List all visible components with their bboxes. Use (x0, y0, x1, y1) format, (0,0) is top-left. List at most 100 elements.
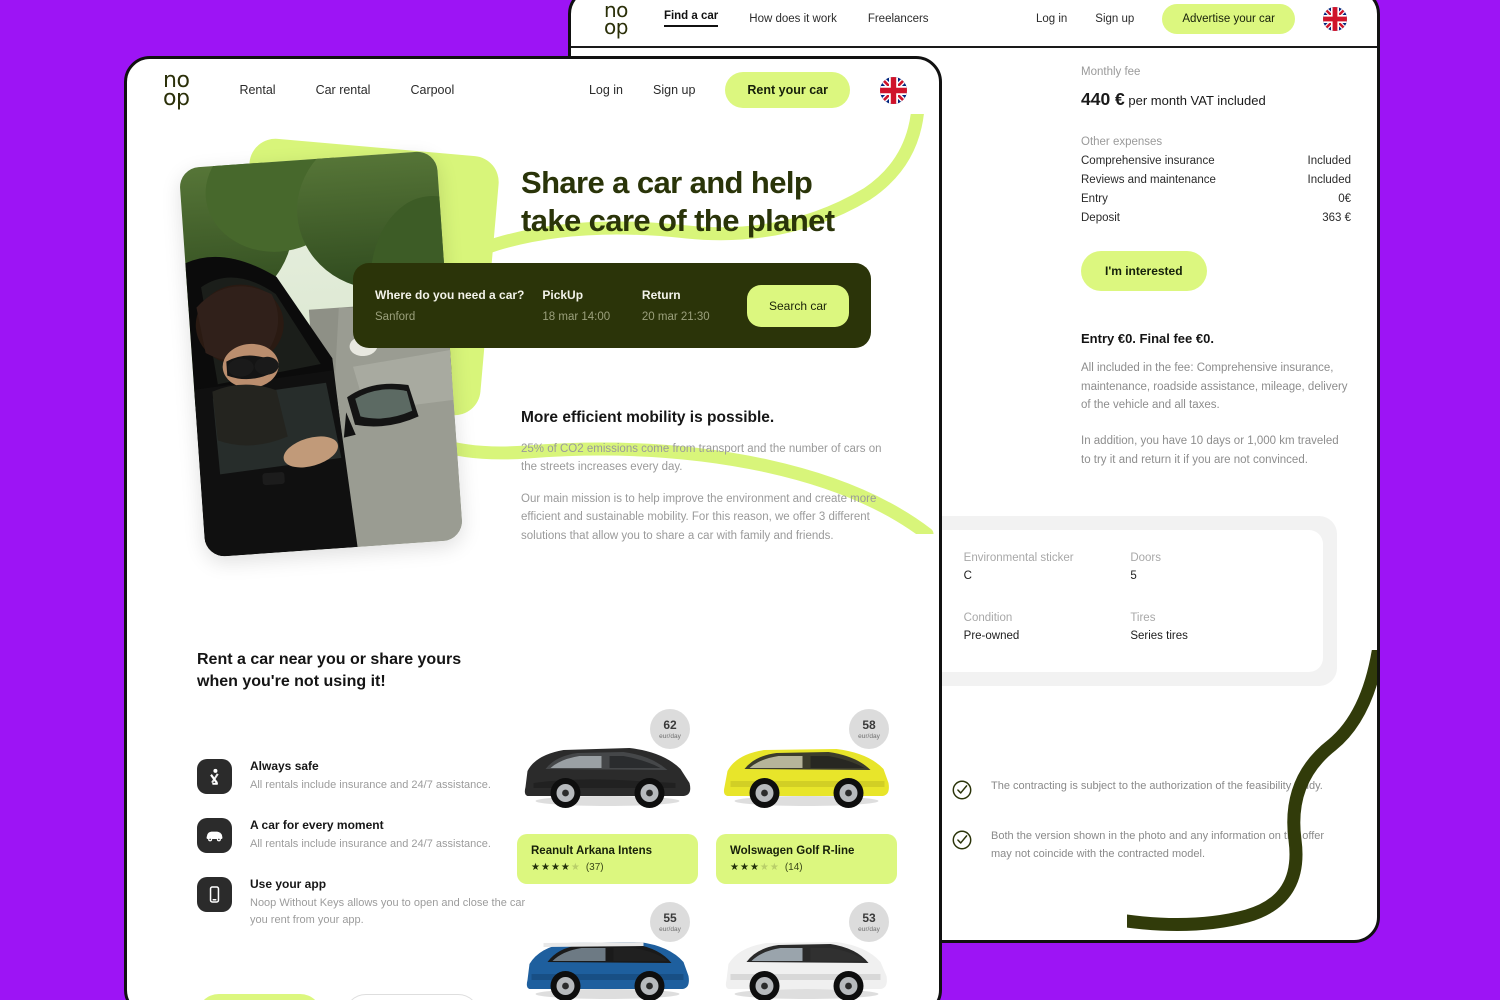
nav-carpool[interactable]: Carpool (410, 83, 454, 97)
spec-item: Tires Series tires (1130, 612, 1297, 650)
star-icon: ★ (570, 861, 580, 873)
expense-value: 0€ (1338, 193, 1351, 205)
car-icon (197, 818, 232, 853)
check-circle-icon (951, 779, 973, 806)
noop-logo[interactable]: no op (604, 0, 628, 39)
expense-value: 363 € (1322, 212, 1351, 224)
fee-note-body: All included in the fee: Comprehensive i… (1081, 359, 1351, 469)
price-badge-value: 55 (663, 910, 677, 925)
legal-notes: The contracting is subject to the author… (951, 778, 1341, 885)
nav-find-a-car[interactable]: Find a car (663, 10, 719, 27)
car-card[interactable]: 53 eur/day A (716, 902, 897, 1000)
front-nav-links: Rental Car rental Carpool (239, 83, 454, 97)
location-field[interactable]: Where do you need a car? Sanford (375, 288, 524, 323)
car-card-label: Reanult Arkana Intens ★ ★ ★ ★ ★ (37) (517, 834, 698, 884)
legal-note-text: Both the version shown in the photo and … (991, 830, 1325, 860)
return-field[interactable]: Return 20 mar 21:30 (642, 288, 729, 323)
logo-line-2: op (163, 86, 190, 111)
share-your-car-button[interactable]: Share your car (343, 994, 481, 1000)
expense-value: Included (1307, 155, 1351, 167)
feature-title: A car for every moment (250, 818, 384, 832)
signup-link[interactable]: Sign up (653, 83, 695, 97)
spec-value: Pre-owned (963, 630, 1020, 642)
find-a-car-button[interactable]: Find a car (197, 994, 322, 1000)
advertise-your-car-button[interactable]: Advertise your car (1162, 3, 1295, 34)
car-rating: ★ ★ ★ ★ ★ (14) (730, 862, 883, 873)
feature-text: Use your app Noop Without Keys allows yo… (250, 877, 542, 928)
front-nav-actions: Log in Sign up Rent your car (589, 72, 907, 108)
uk-flag-icon[interactable] (880, 76, 907, 104)
price-suffix: per month VAT included (1124, 93, 1266, 108)
mobility-heading: More efficient mobility is possible. (521, 409, 775, 426)
login-link[interactable]: Log in (1036, 13, 1067, 25)
feature-list: Always safe All rentals include insuranc… (197, 759, 542, 952)
expense-key: Entry (1081, 193, 1108, 205)
expense-row: Comprehensive insurance Included (1081, 155, 1351, 167)
price-badge-value: 53 (862, 910, 876, 925)
spec-value: C (963, 570, 972, 582)
review-count: (14) (784, 862, 803, 873)
expense-row: Entry 0€ (1081, 193, 1351, 205)
fee-paragraph-2: In addition, you have 10 days or 1,000 k… (1081, 434, 1339, 466)
star-icon: ★ (730, 861, 739, 873)
logo-line-2: op (604, 14, 628, 39)
return-label: Return (641, 288, 681, 302)
price-badge: 62 eur/day (650, 709, 690, 749)
price-badge-unit: eur/day (659, 732, 681, 740)
price-badge: 58 eur/day (849, 709, 889, 749)
spec-value: 5 (1130, 570, 1137, 582)
nav-car-rental[interactable]: Car rental (316, 83, 371, 97)
pricing-panel: Monthly fee 440 € per month VAT included… (1081, 66, 1351, 469)
fee-note-heading: Entry €0. Final fee €0. (1081, 331, 1214, 346)
hero-photo (178, 150, 464, 558)
back-window-navbar: no op Find a car How does it work Freela… (571, 0, 1377, 48)
spec-item: Condition Pre-owned (964, 612, 1131, 650)
expense-key: Comprehensive insurance (1081, 155, 1215, 167)
spec-item: Doors 5 (1130, 552, 1297, 590)
car-name: Reanult Arkana Intens (531, 845, 652, 857)
star-icon: ★ (550, 861, 560, 873)
login-link[interactable]: Log in (589, 83, 623, 97)
feature-item: Always safe All rentals include insuranc… (197, 759, 542, 794)
car-card[interactable]: 62 eur/day Reanult Arkana Intens ★ ★ ★ ★… (517, 709, 698, 884)
im-interested-button[interactable]: I'm interested (1081, 251, 1207, 291)
car-card-label: Wolswagen Golf R-line ★ ★ ★ ★ ★ (14) (716, 834, 897, 884)
price-badge-unit: eur/day (858, 925, 880, 933)
back-nav-actions: Log in Sign up Advertise your car (1036, 3, 1347, 34)
feature-item: A car for every moment All rentals inclu… (197, 818, 542, 853)
price-badge: 53 eur/day (849, 902, 889, 942)
fee-paragraph-1: All included in the fee: Comprehensive i… (1081, 362, 1348, 412)
seatbelt-icon (197, 759, 232, 794)
cta-row: Find a car Share your car (197, 994, 481, 1000)
rent-your-car-button[interactable]: Rent your car (725, 72, 850, 108)
phone-icon (197, 877, 232, 912)
spec-key: Environmental sticker (963, 552, 1074, 564)
mobility-section: More efficient mobility is possible. 25%… (521, 409, 899, 545)
signup-link[interactable]: Sign up (1095, 13, 1134, 25)
landing-page-window: no op Rental Car rental Carpool Log in S… (124, 56, 942, 1000)
car-card[interactable]: 58 eur/day Wolswagen Golf R-line ★ ★ ★ ★… (716, 709, 897, 884)
legal-note-text: The contracting is subject to the author… (991, 780, 1323, 792)
price-badge-value: 58 (862, 717, 876, 732)
lower-heading-line-1: Rent a car near you or share yours (197, 651, 462, 668)
nav-rental[interactable]: Rental (239, 83, 275, 97)
car-name: Wolswagen Golf R-line (730, 845, 855, 857)
price-badge-value: 62 (663, 717, 677, 732)
nav-freelancers[interactable]: Freelancers (868, 13, 929, 25)
noop-logo[interactable]: no op (163, 69, 190, 111)
mobility-paragraph-2: Our main mission is to help improve the … (521, 492, 877, 542)
uk-flag-icon[interactable] (1323, 6, 1347, 31)
search-car-button[interactable]: Search car (746, 284, 849, 327)
review-count: (37) (585, 862, 604, 873)
pickup-field[interactable]: PickUp 18 mar 14:00 (542, 288, 624, 323)
star-icon: ★ (759, 861, 769, 873)
price-badge-unit: eur/day (659, 925, 681, 933)
nav-how-does-it-work[interactable]: How does it work (749, 13, 837, 25)
feature-desc: Noop Without Keys allows you to open and… (250, 897, 526, 926)
star-icon: ★ (540, 861, 550, 873)
legal-note: Both the version shown in the photo and … (951, 828, 1341, 863)
car-card[interactable]: 55 eur/day (517, 902, 698, 1000)
mobility-paragraph-1: 25% of CO2 emissions come from transport… (521, 443, 882, 474)
expense-value: Included (1307, 174, 1351, 186)
lower-heading-line-2: when you're not using it! (197, 672, 386, 690)
